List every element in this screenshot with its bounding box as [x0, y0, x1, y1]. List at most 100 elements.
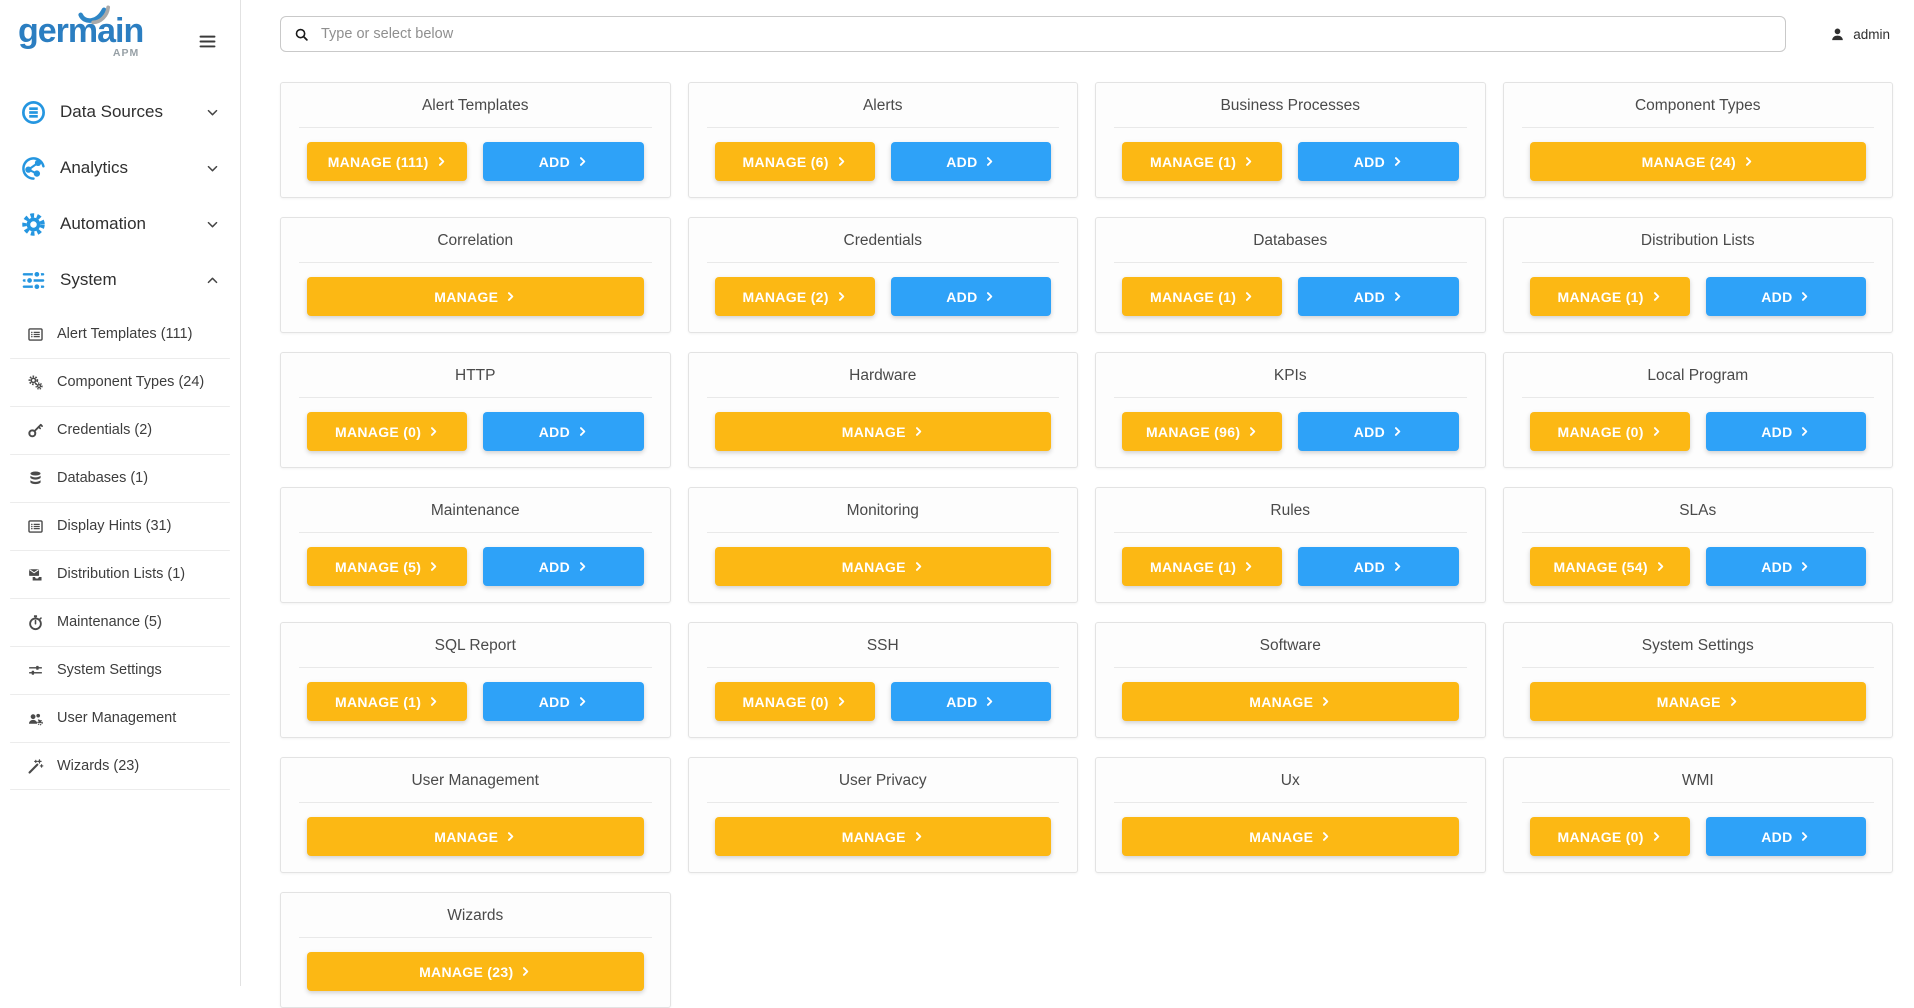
add-button[interactable]: ADD: [1298, 277, 1458, 316]
sidebar-item-system[interactable]: System: [0, 252, 240, 308]
manage-button[interactable]: MANAGE: [1122, 682, 1459, 721]
alert-templates-icon: [27, 326, 44, 343]
manage-button[interactable]: MANAGE: [1530, 682, 1867, 721]
search-input[interactable]: [319, 25, 1772, 43]
card-slas: SLAs MANAGE (54) ADD: [1503, 487, 1894, 603]
sidebar-item-analytics[interactable]: Analytics: [0, 140, 240, 196]
app-logo[interactable]: germain APM: [18, 14, 143, 59]
add-button[interactable]: ADD: [1706, 547, 1866, 586]
card-buttons: MANAGE (1) ADD: [281, 668, 670, 721]
manage-button[interactable]: MANAGE (96): [1122, 412, 1282, 451]
chevron-right-icon: [1799, 291, 1810, 302]
manage-button[interactable]: MANAGE (1): [1530, 277, 1690, 316]
system-settings-icon: [27, 662, 44, 679]
card-user-privacy: User Privacy MANAGE: [688, 757, 1079, 873]
logo-swoosh-icon: [74, 1, 114, 27]
manage-button[interactable]: MANAGE (1): [1122, 547, 1282, 586]
manage-button[interactable]: MANAGE: [715, 817, 1052, 856]
sidebar-subitem-alert-templates[interactable]: Alert Templates (111): [0, 310, 240, 358]
maintenance-icon: [27, 614, 44, 631]
sidebar-subitem-user-management[interactable]: User Management: [0, 694, 240, 742]
sidebar-subitem-label: Wizards (23): [57, 758, 139, 774]
manage-button[interactable]: MANAGE (54): [1530, 547, 1690, 586]
add-button[interactable]: ADD: [483, 682, 643, 721]
card-correlation: Correlation MANAGE: [280, 217, 671, 333]
manage-button[interactable]: MANAGE (2): [715, 277, 875, 316]
add-button[interactable]: ADD: [891, 682, 1051, 721]
chevron-right-icon: [1243, 156, 1254, 167]
card-title: Hardware: [689, 353, 1078, 385]
sidebar-subitem-distribution-lists[interactable]: Distribution Lists (1): [0, 550, 240, 598]
add-button[interactable]: ADD: [891, 277, 1051, 316]
manage-button[interactable]: MANAGE (1): [1122, 142, 1282, 181]
manage-button[interactable]: MANAGE (0): [1530, 817, 1690, 856]
manage-button[interactable]: MANAGE (0): [715, 682, 875, 721]
manage-button[interactable]: MANAGE (1): [307, 682, 467, 721]
manage-button-label: MANAGE (1): [1150, 154, 1236, 170]
add-button[interactable]: ADD: [1298, 412, 1458, 451]
manage-button[interactable]: MANAGE (23): [307, 952, 644, 991]
card-buttons: MANAGE (2) ADD: [689, 263, 1078, 316]
manage-button[interactable]: MANAGE (24): [1530, 142, 1867, 181]
manage-button-label: MANAGE (54): [1553, 559, 1647, 575]
add-button[interactable]: ADD: [483, 547, 643, 586]
sidebar-subitem-databases[interactable]: Databases (1): [0, 454, 240, 502]
chevron-right-icon: [1392, 156, 1403, 167]
manage-button[interactable]: MANAGE (5): [307, 547, 467, 586]
manage-button-label: MANAGE (24): [1642, 154, 1736, 170]
add-button[interactable]: ADD: [483, 142, 643, 181]
manage-button[interactable]: MANAGE (111): [307, 142, 467, 181]
card-buttons: MANAGE (6) ADD: [689, 128, 1078, 181]
add-button[interactable]: ADD: [891, 142, 1051, 181]
sidebar-item-automation[interactable]: Automation: [0, 196, 240, 252]
search-bar[interactable]: [280, 16, 1786, 52]
card-title: Alert Templates: [281, 83, 670, 115]
card-ux: Ux MANAGE: [1095, 757, 1486, 873]
manage-button[interactable]: MANAGE (0): [1530, 412, 1690, 451]
card-title: KPIs: [1096, 353, 1485, 385]
sidebar-subitem-system-settings[interactable]: System Settings: [0, 646, 240, 694]
add-button[interactable]: ADD: [1706, 277, 1866, 316]
add-button[interactable]: ADD: [1298, 547, 1458, 586]
card-buttons: MANAGE (96) ADD: [1096, 398, 1485, 451]
manage-button[interactable]: MANAGE: [307, 277, 644, 316]
sidebar-subitem-display-hints[interactable]: Display Hints (31): [0, 502, 240, 550]
add-button-label: ADD: [539, 424, 570, 440]
card-kpis: KPIs MANAGE (96) ADD: [1095, 352, 1486, 468]
chevron-right-icon: [913, 831, 924, 842]
card-buttons: MANAGE (1) ADD: [1504, 263, 1893, 316]
chevron-right-icon: [520, 966, 531, 977]
add-button-label: ADD: [1761, 559, 1792, 575]
sidebar-subitem-label: Alert Templates (111): [57, 326, 192, 342]
manage-button[interactable]: MANAGE (1): [1122, 277, 1282, 316]
manage-button[interactable]: MANAGE (6): [715, 142, 875, 181]
sidebar-subitem-component-types[interactable]: Component Types (24): [0, 358, 240, 406]
manage-button[interactable]: MANAGE (0): [307, 412, 467, 451]
sidebar-subitem-wizards[interactable]: Wizards (23): [0, 742, 240, 790]
manage-button[interactable]: MANAGE: [715, 412, 1052, 451]
manage-button[interactable]: MANAGE: [715, 547, 1052, 586]
card-monitoring: Monitoring MANAGE: [688, 487, 1079, 603]
add-button[interactable]: ADD: [483, 412, 643, 451]
user-menu[interactable]: admin: [1829, 26, 1894, 43]
sidebar-subitem-label: Display Hints (31): [57, 518, 171, 534]
manage-button[interactable]: MANAGE: [1122, 817, 1459, 856]
sidebar-subitem-credentials[interactable]: Credentials (2): [0, 406, 240, 454]
chevron-right-icon: [1243, 291, 1254, 302]
sidebar-subitem-maintenance[interactable]: Maintenance (5): [0, 598, 240, 646]
add-button[interactable]: ADD: [1706, 817, 1866, 856]
sidebar-subitem-label: Databases (1): [57, 470, 148, 486]
sidebar-item-data-sources[interactable]: Data Sources: [0, 84, 240, 140]
manage-button-label: MANAGE: [434, 829, 498, 845]
hamburger-menu-icon[interactable]: [197, 31, 218, 52]
card-buttons: MANAGE (24): [1504, 128, 1893, 181]
manage-button-label: MANAGE: [434, 289, 498, 305]
chevron-right-icon: [577, 156, 588, 167]
manage-button-label: MANAGE (1): [335, 694, 421, 710]
add-button[interactable]: ADD: [1298, 142, 1458, 181]
chevron-right-icon: [1651, 291, 1662, 302]
card-buttons: MANAGE: [1096, 803, 1485, 856]
manage-button[interactable]: MANAGE: [307, 817, 644, 856]
add-button[interactable]: ADD: [1706, 412, 1866, 451]
logo-row: germain APM: [0, 0, 240, 84]
